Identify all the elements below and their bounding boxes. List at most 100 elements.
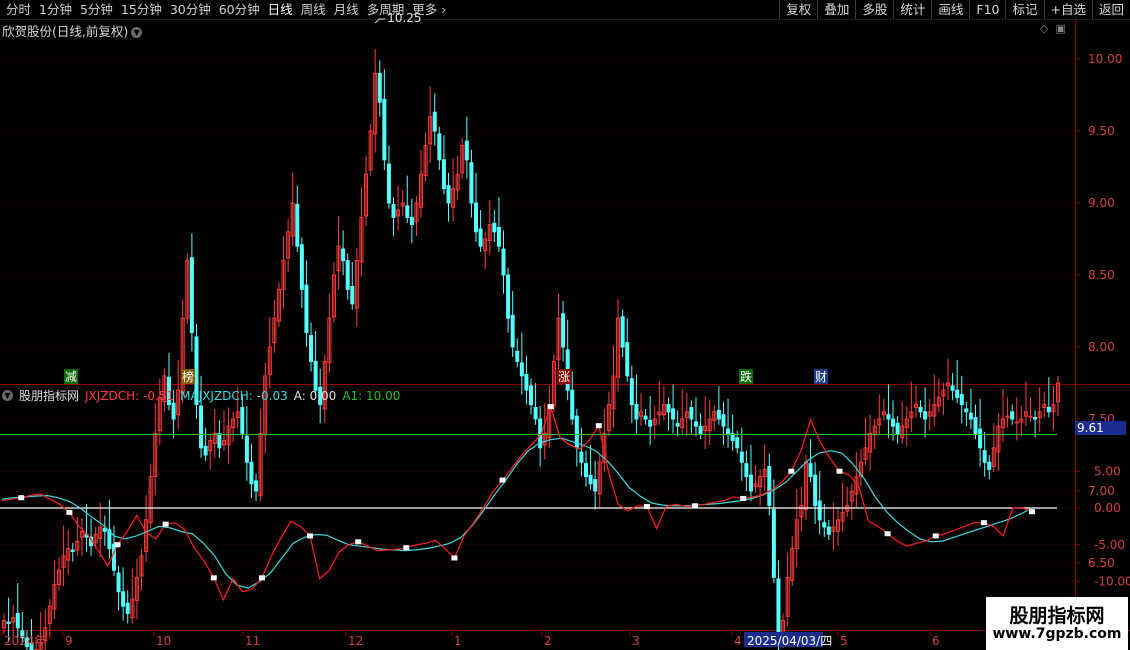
candle-body bbox=[364, 173, 369, 217]
candle-body bbox=[638, 411, 643, 417]
candle-body bbox=[460, 144, 465, 174]
candle-body bbox=[959, 394, 964, 406]
candle-body bbox=[208, 440, 213, 452]
candle-body bbox=[625, 342, 630, 377]
candle-body bbox=[276, 288, 281, 322]
candle-body bbox=[574, 415, 579, 449]
candle-body bbox=[519, 362, 524, 377]
candle-body bbox=[1001, 418, 1006, 429]
candle-body bbox=[895, 422, 900, 434]
toolbar-button[interactable]: 复权 bbox=[779, 0, 817, 19]
candle-body bbox=[854, 476, 859, 495]
candle-body bbox=[492, 222, 497, 233]
candle-body bbox=[451, 188, 456, 208]
window-toggle-icon[interactable]: ▣ bbox=[1055, 22, 1065, 35]
period-tab[interactable]: 日线 bbox=[264, 0, 297, 19]
toolbar-button[interactable]: 统计 bbox=[893, 0, 931, 19]
candle-body bbox=[987, 461, 992, 470]
candle-body bbox=[565, 349, 570, 391]
period-tab[interactable]: 15分钟 bbox=[117, 0, 166, 19]
price-tick-label: 7.50 bbox=[1088, 412, 1115, 426]
candle-body bbox=[551, 360, 556, 407]
toolbar-button[interactable]: 返回 bbox=[1091, 0, 1130, 19]
diamond-icon[interactable]: ◇ bbox=[1040, 22, 1048, 35]
signal-marker bbox=[355, 539, 362, 545]
period-tab[interactable]: 多周期 bbox=[363, 0, 409, 19]
candle-body bbox=[978, 428, 983, 449]
candle-body bbox=[767, 466, 772, 506]
candle-body bbox=[290, 202, 295, 237]
candle-body bbox=[762, 468, 767, 478]
stock-title[interactable]: 欣贺股份(日线,前复权) ▼ bbox=[2, 21, 143, 40]
period-tab[interactable]: 60分钟 bbox=[215, 0, 264, 19]
candle-body bbox=[111, 543, 116, 571]
candle-body bbox=[231, 418, 236, 429]
candle-body bbox=[904, 418, 909, 429]
signal-marker bbox=[66, 509, 73, 515]
candle-body bbox=[125, 602, 130, 614]
toolbar-button[interactable]: 多股 bbox=[855, 0, 893, 19]
candle-body bbox=[354, 260, 359, 309]
candle-body bbox=[643, 415, 648, 420]
candle-body bbox=[790, 548, 795, 581]
candle-body bbox=[217, 432, 222, 449]
candle-body bbox=[831, 526, 836, 532]
candle-body bbox=[1010, 411, 1015, 420]
toolbar-button[interactable]: F10 bbox=[969, 0, 1005, 19]
candle-body bbox=[597, 461, 602, 495]
candle-body bbox=[1051, 404, 1056, 413]
signal-marker bbox=[114, 542, 121, 548]
toolbar-button[interactable]: 标记 bbox=[1005, 0, 1043, 19]
candle-body bbox=[675, 422, 680, 427]
period-tab[interactable]: 更多 › bbox=[408, 0, 450, 19]
toolbar-button[interactable]: +自选 bbox=[1043, 0, 1092, 19]
chevron-down-icon[interactable]: ▼ bbox=[131, 27, 143, 38]
candle-body bbox=[2, 620, 6, 629]
period-tab[interactable]: 5分钟 bbox=[76, 0, 117, 19]
candle-body bbox=[368, 130, 373, 171]
candle-body bbox=[556, 317, 561, 361]
candle-body bbox=[891, 418, 896, 427]
candle-body bbox=[501, 248, 506, 276]
candle-body bbox=[327, 317, 332, 364]
toolbar-button[interactable]: 画线 bbox=[931, 0, 969, 19]
candle-body bbox=[1014, 421, 1019, 424]
candle-body bbox=[918, 406, 923, 413]
period-tab[interactable]: 30分钟 bbox=[166, 0, 215, 19]
candle-body bbox=[726, 428, 731, 434]
candle-body bbox=[313, 360, 318, 391]
candle-body bbox=[1019, 418, 1024, 423]
candle-body bbox=[506, 274, 511, 319]
candle-body bbox=[281, 260, 286, 290]
indicator-title[interactable]: ▼ 股朋指标网 JXJZDCH: -0.51 MAJXJZDCH: -0.03 … bbox=[2, 387, 400, 404]
candle-body bbox=[991, 447, 996, 468]
indicator-name: 股朋指标网 bbox=[19, 389, 80, 403]
candle-body bbox=[524, 373, 529, 391]
signal-marker bbox=[258, 575, 265, 581]
candle-body bbox=[409, 216, 414, 226]
candle-body bbox=[1005, 415, 1010, 419]
candle-body bbox=[373, 72, 378, 135]
candle-body bbox=[144, 519, 149, 552]
watermark-title: 股朋指标网 bbox=[1009, 605, 1105, 627]
candle-body bbox=[272, 317, 277, 344]
period-tab[interactable]: 1分钟 bbox=[35, 0, 76, 19]
chevron-down-icon[interactable]: ▼ bbox=[2, 390, 13, 401]
candle-body bbox=[221, 440, 226, 446]
candle-body bbox=[602, 432, 607, 463]
candle-body bbox=[56, 569, 61, 586]
candle-body bbox=[803, 461, 808, 511]
period-tab[interactable]: 月线 bbox=[330, 0, 363, 19]
candle-body bbox=[533, 406, 538, 420]
period-tab[interactable]: 分时 bbox=[2, 0, 35, 19]
candle-body bbox=[799, 504, 804, 518]
candle-body bbox=[693, 421, 698, 427]
candle-body bbox=[331, 274, 336, 318]
toolbar-button[interactable]: 叠加 bbox=[817, 0, 855, 19]
candle-body bbox=[75, 540, 80, 551]
time-tick-label: 2 bbox=[544, 634, 552, 648]
candle-body bbox=[836, 519, 841, 532]
period-tab[interactable]: 周线 bbox=[297, 0, 330, 19]
candle-body bbox=[437, 133, 442, 161]
candle-body bbox=[226, 425, 231, 446]
